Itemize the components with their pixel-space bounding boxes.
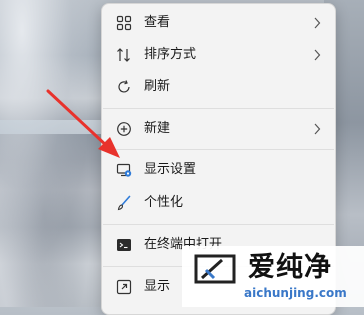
watermark-url: aichunjing.com xyxy=(244,286,347,300)
watermark: 爱纯净 aichunjing.com xyxy=(182,246,364,307)
watermark-logo-icon xyxy=(194,254,236,284)
watermark-chinese-text: 爱纯净 xyxy=(248,252,332,283)
